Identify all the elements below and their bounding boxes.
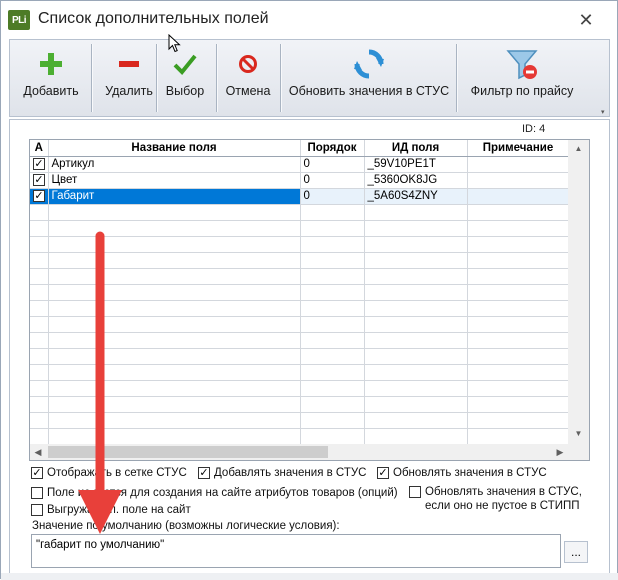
field-id-cell[interactable]: _5360OK8JG: [364, 172, 468, 189]
field-note-cell[interactable]: [467, 188, 570, 205]
toolbar-separator: [280, 44, 281, 112]
add-button-label: Добавить: [23, 84, 79, 98]
scroll-down-icon[interactable]: ▼: [568, 425, 589, 441]
refresh-icon: [352, 46, 386, 82]
toolbar-separator: [156, 44, 157, 112]
field-name-cell[interactable]: Габарит: [48, 188, 301, 205]
delete-button[interactable]: Удалить: [97, 40, 161, 116]
default-value-input[interactable]: [31, 534, 561, 568]
export-field-checkbox[interactable]: [31, 504, 43, 516]
column-header-name[interactable]: Название поля: [48, 140, 301, 157]
column-header-note[interactable]: Примечание: [467, 140, 570, 157]
field-used-label: Поле ис зуется для создания на сайте атр…: [47, 487, 398, 499]
export-field-option[interactable]: Выгружа доп. поле на сайт: [31, 503, 191, 517]
field-note-cell[interactable]: [467, 172, 570, 189]
delete-button-label: Удалить: [105, 84, 153, 98]
empty-row: [30, 236, 570, 253]
browse-button[interactable]: ...: [564, 541, 588, 563]
title-bar: PLi Список дополнительных полей ✕: [1, 1, 617, 37]
empty-row: [30, 380, 570, 397]
toolbar-separator: [456, 44, 457, 112]
window-title: Список дополнительных полей: [38, 10, 269, 27]
field-used-checkbox[interactable]: [31, 487, 43, 499]
field-note-cell[interactable]: [467, 156, 570, 173]
toolbar-separator: [91, 44, 92, 112]
update-if-not-empty-label: Обновлять значения в СТУС, если оно не п…: [425, 486, 582, 512]
fields-grid[interactable]: A Название поля Порядок ИД поля Примечан…: [29, 139, 590, 461]
filter-icon: [505, 46, 539, 82]
update-values-label: Обновлять значения в СТУС: [393, 467, 547, 479]
row-active-checkbox[interactable]: [33, 173, 45, 186]
empty-row: [30, 252, 570, 269]
show-in-grid-checkbox[interactable]: [31, 467, 43, 479]
scroll-up-icon[interactable]: ▲: [568, 140, 589, 156]
empty-row: [30, 220, 570, 237]
field-order-cell[interactable]: 0: [300, 156, 365, 173]
update-values-option[interactable]: Обновлять значения в СТУС: [377, 466, 547, 480]
minus-icon: [118, 46, 140, 82]
row-active-checkbox[interactable]: [33, 157, 45, 170]
scroll-left-icon[interactable]: ◀: [30, 444, 46, 460]
add-button[interactable]: Добавить: [18, 40, 84, 116]
app-logo: PLi: [8, 10, 30, 30]
empty-row: [30, 364, 570, 381]
add-values-checkbox[interactable]: [198, 467, 210, 479]
update-if-not-empty-checkbox[interactable]: [409, 486, 421, 498]
empty-row: [30, 300, 570, 317]
toolbar: Добавить Удалить Выбор Отмена Обновить з…: [9, 39, 610, 117]
show-in-grid-label: Отображать в сетке СТУС: [47, 467, 187, 479]
scroll-right-icon[interactable]: ▶: [552, 444, 568, 460]
update-stus-button[interactable]: Обновить значения в СТУС: [284, 40, 454, 116]
add-values-label: Добавлять значения в СТУС: [214, 467, 367, 479]
close-button[interactable]: ✕: [571, 7, 601, 33]
horizontal-scrollbar[interactable]: ◀ ▶: [30, 444, 568, 460]
field-id-cell[interactable]: _59V10PE1T: [364, 156, 468, 173]
plus-icon: [38, 46, 64, 82]
empty-row: [30, 412, 570, 429]
price-filter-button[interactable]: Фильтр по прайсу: [460, 40, 584, 116]
field-order-cell[interactable]: 0: [300, 172, 365, 189]
column-header-id[interactable]: ИД поля: [364, 140, 468, 157]
update-stus-label: Обновить значения в СТУС: [288, 84, 450, 98]
horizontal-scroll-thumb[interactable]: [48, 446, 328, 458]
vertical-scrollbar[interactable]: ▲ ▼: [568, 140, 589, 445]
dialog-window: PLi Список дополнительных полей ✕ Добави…: [0, 0, 618, 580]
update-if-not-empty-option[interactable]: Обновлять значения в СТУС, если оно не п…: [409, 485, 589, 513]
empty-row: [30, 428, 570, 445]
empty-row: [30, 268, 570, 285]
cancel-icon: [238, 46, 258, 82]
empty-row: [30, 396, 570, 413]
record-id: ID: 4: [522, 123, 546, 135]
default-value-label: Значение по умолчанию (возможны логическ…: [32, 520, 340, 532]
field-order-cell[interactable]: 0: [300, 188, 365, 205]
field-name-cell[interactable]: Цвет: [48, 172, 301, 189]
field-name-cell[interactable]: Артикул: [48, 156, 301, 173]
field-used-option[interactable]: Поле ис зуется для создания на сайте атр…: [31, 486, 398, 500]
price-filter-label: Фильтр по прайсу: [470, 84, 574, 98]
field-id-cell[interactable]: _5A60S4ZNY: [364, 188, 468, 205]
column-header-order[interactable]: Порядок: [300, 140, 365, 157]
empty-row: [30, 284, 570, 301]
cancel-button[interactable]: Отмена: [220, 40, 276, 116]
mouse-cursor-icon: [168, 34, 181, 53]
add-values-option[interactable]: Добавлять значения в СТУС: [198, 466, 366, 480]
empty-row: [30, 332, 570, 349]
column-header-active[interactable]: A: [30, 140, 49, 157]
cancel-button-label: Отмена: [225, 84, 271, 98]
export-field-label: Выгружа доп. поле на сайт: [47, 504, 191, 516]
table-row[interactable]: Цвет 0 _5360OK8JG: [30, 172, 570, 189]
row-active-checkbox[interactable]: [33, 189, 45, 202]
show-in-grid-option[interactable]: Отображать в сетке СТУС: [31, 466, 187, 480]
toolbar-separator: [216, 44, 217, 112]
scroll-corner: [568, 444, 589, 460]
toolbar-overflow-icon[interactable]: ▾: [601, 109, 609, 116]
update-values-checkbox[interactable]: [377, 467, 389, 479]
empty-row: [30, 204, 570, 221]
table-row[interactable]: Артикул 0 _59V10PE1T: [30, 156, 570, 173]
select-button-label: Выбор: [165, 84, 205, 98]
empty-row: [30, 316, 570, 333]
table-row-selected[interactable]: Габарит 0 _5A60S4ZNY: [30, 188, 570, 205]
empty-row: [30, 348, 570, 365]
